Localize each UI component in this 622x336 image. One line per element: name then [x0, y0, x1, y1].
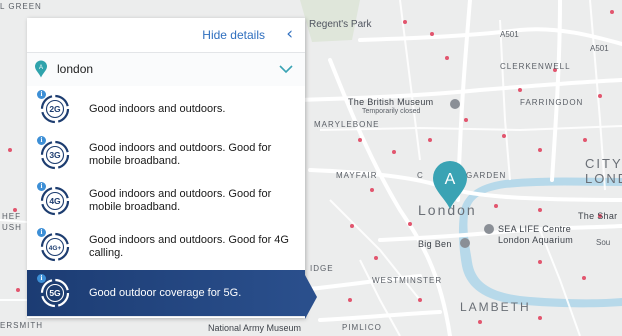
map-label-sou: Sou [596, 238, 611, 247]
map-label-ersmith: ERSMITH [0, 321, 43, 330]
technology-row-5g[interactable]: 5G i Good outdoor coverage for 5G. [27, 270, 305, 317]
badge-label: 5G [49, 288, 61, 298]
network-badge-icon: 5G [40, 278, 70, 308]
location-pin-icon: A [35, 60, 47, 78]
map-label-sea-life-1: SEA LIFE Centre [498, 224, 572, 234]
map-label-westminster: WESTMINSTER [372, 276, 443, 285]
chevron-down-icon[interactable] [277, 59, 295, 77]
info-icon[interactable]: i [37, 182, 46, 191]
network-badge-icon: 2G [40, 94, 70, 124]
location-pin-letter: A [39, 65, 43, 71]
map-label-a501b: A501 [590, 44, 609, 53]
badge-label: 2G [49, 104, 61, 114]
technology-description: Good outdoor coverage for 5G. [89, 286, 242, 299]
map-pin-icon: A [433, 161, 467, 209]
map-label-lambeth: LAMBETH [460, 300, 531, 314]
technology-description: Good indoors and outdoors. [89, 102, 226, 115]
hide-details-row: Hide details ‹ [27, 18, 305, 52]
map-label-green: L GREEN [0, 2, 42, 11]
map-label-marylebone: MARYLEBONE [314, 120, 380, 129]
chevron-left-icon[interactable]: ‹ [286, 25, 293, 43]
badge-label: 3G [49, 150, 61, 160]
technology-description: Good indoors and outdoors. Good for mobi… [89, 188, 272, 213]
badge-label: 4G [49, 196, 61, 206]
hide-details-link[interactable]: Hide details [202, 28, 265, 42]
coverage-details-panel: Hide details ‹ A london 2G i Good indoors … [27, 18, 305, 318]
location-marker[interactable]: A [431, 160, 469, 210]
map-label-regents-park: Regent's Park [309, 19, 372, 30]
map-label-covent-c: C [417, 171, 424, 180]
map-label-ush: USH [2, 223, 22, 232]
map-label-covent-garden: GARDEN [466, 171, 507, 180]
technology-description: Good indoors and outdoors. Good for 4G c… [89, 234, 289, 259]
map-label-hef: HEF [2, 212, 21, 221]
location-selector[interactable]: A london [27, 52, 305, 87]
map-label-british-museum: The British Museum [348, 97, 434, 107]
map-label-sea-life-2: London Aquarium [498, 235, 574, 245]
map-label-idge: IDGE [310, 264, 334, 273]
info-icon[interactable]: i [37, 274, 46, 283]
network-badge-icon: 4G+ [40, 232, 70, 262]
map-label-mayfair: MAYFAIR [336, 171, 378, 180]
map-label-the-shard: The Shar [578, 211, 618, 221]
marker-letter: A [445, 171, 456, 188]
map-label-big-ben: Big Ben [418, 239, 452, 249]
location-value: london [57, 62, 94, 76]
technology-row-3g[interactable]: 3G i Good indoors and outdoors. Good for m… [27, 132, 305, 179]
technology-row-4g[interactable]: 4G i Good indoors and outdoors. Good for m… [27, 178, 305, 225]
map-label-pimlico: PIMLICO [342, 323, 382, 332]
technology-description: Good indoors and outdoors. Good for mobi… [89, 142, 272, 167]
network-badge-icon: 4G [40, 186, 70, 216]
map-label-clerkenwell: CLERKENWELL [500, 62, 571, 71]
map-label-city: CITY [585, 156, 622, 171]
badge-label: 4G+ [49, 245, 62, 252]
map-label-farringdon: FARRINGDON [520, 98, 584, 107]
map-label-national-army-museum: National Army Museum [208, 323, 302, 333]
map-label-a501: A501 [500, 30, 519, 39]
info-icon[interactable]: i [37, 228, 46, 237]
info-icon[interactable]: i [37, 90, 46, 99]
technology-row-2g[interactable]: 2G i Good indoors and outdoors. [27, 86, 305, 133]
map-label-lond: LOND [585, 171, 622, 186]
info-icon[interactable]: i [37, 136, 46, 145]
map-label-temporarily-closed: Temporarily closed [362, 108, 421, 115]
technology-row-4g-plus[interactable]: 4G+ i Good indoors and outdoors. Good for … [27, 224, 305, 271]
selected-row-pointer [305, 275, 317, 319]
network-badge-icon: 3G [40, 140, 70, 170]
